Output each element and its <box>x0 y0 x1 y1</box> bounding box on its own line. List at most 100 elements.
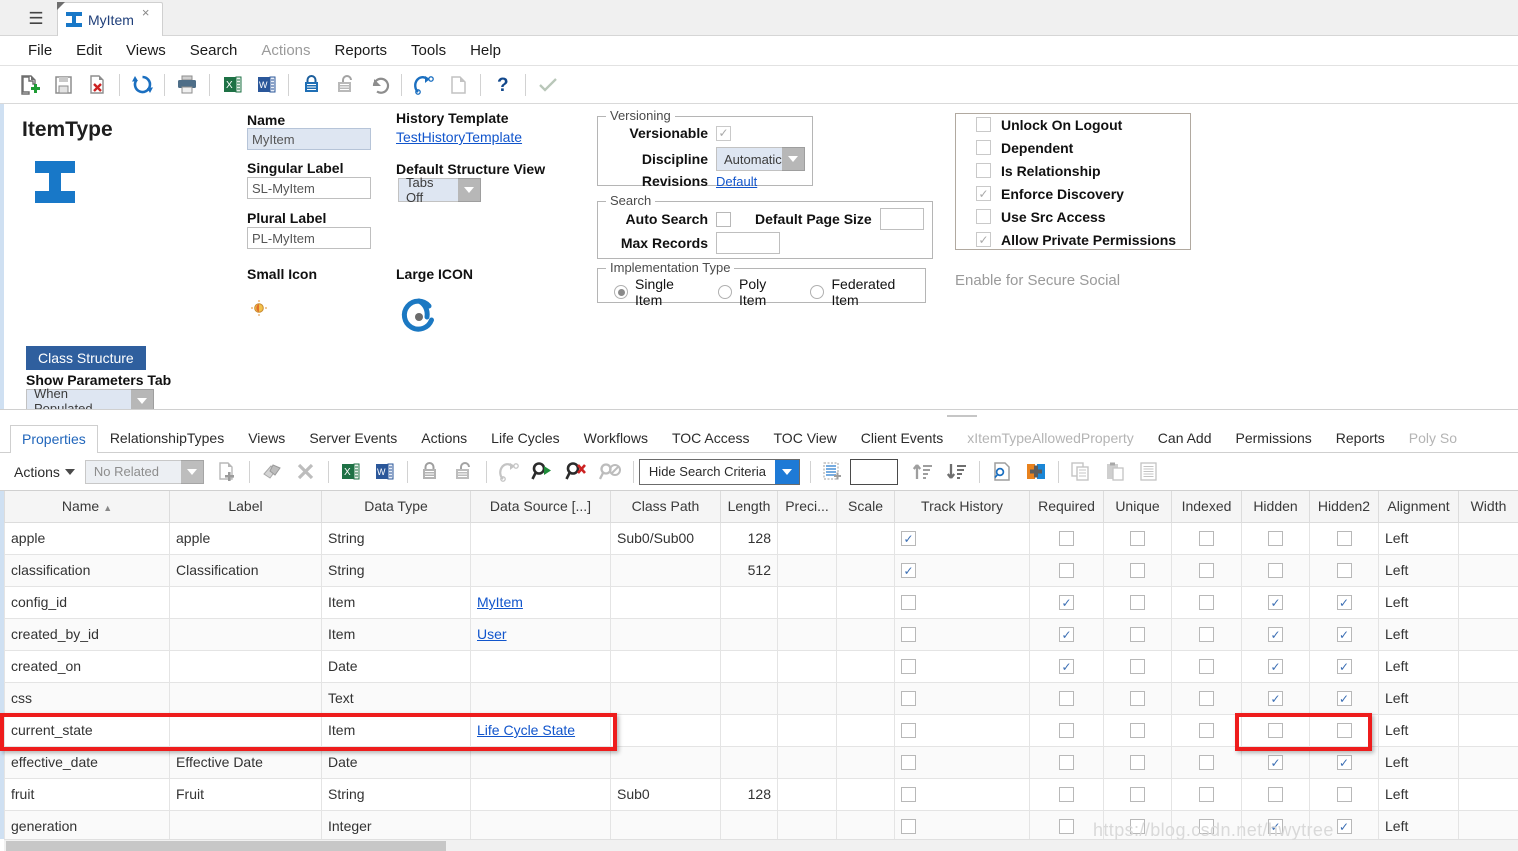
tab-toc-view[interactable]: TOC View <box>762 424 849 452</box>
checkbox-required[interactable] <box>1059 595 1074 611</box>
cell-unique[interactable] <box>1103 521 1172 555</box>
chevron-down-icon[interactable] <box>180 459 204 484</box>
menu-item-help[interactable]: Help <box>458 39 513 62</box>
cell-track-history[interactable] <box>894 649 1030 683</box>
unlock-icon[interactable] <box>447 457 481 487</box>
save-icon[interactable] <box>46 70 80 100</box>
checkbox-unique[interactable] <box>1130 563 1145 579</box>
cell-precision[interactable] <box>777 713 837 747</box>
cell-required[interactable] <box>1029 681 1104 715</box>
tab-views[interactable]: Views <box>236 424 297 452</box>
cell-indexed[interactable] <box>1171 617 1242 651</box>
table-row[interactable]: classification Classification String 512 Lef… <box>4 553 1518 587</box>
plural-label-input[interactable] <box>247 227 371 249</box>
cell-track-history[interactable] <box>894 777 1030 811</box>
find-icon[interactable] <box>985 457 1019 487</box>
undo-icon[interactable] <box>492 457 526 487</box>
checkbox-required[interactable] <box>1059 723 1074 739</box>
paste-icon[interactable] <box>1098 457 1132 487</box>
table-row[interactable]: generation Integer Left <box>4 809 1518 839</box>
column-header-name[interactable]: Name ▲ <box>4 491 170 523</box>
cell-scale[interactable] <box>836 777 895 811</box>
cell-width[interactable] <box>1458 809 1518 839</box>
cell-hidden[interactable] <box>1241 521 1310 555</box>
table-row[interactable]: css Text Left <box>4 681 1518 715</box>
flag-row-is-relationship[interactable]: Is Relationship <box>955 159 1191 182</box>
column-header-label[interactable]: Label <box>169 491 322 523</box>
cell-length[interactable] <box>720 681 778 715</box>
cell-scale[interactable] <box>836 521 895 555</box>
cell-class-path[interactable]: Sub0/Sub00 <box>610 521 721 555</box>
cell-alignment[interactable]: Left <box>1378 553 1459 587</box>
cell-class-path[interactable] <box>610 809 721 839</box>
checkbox-hidden[interactable] <box>1268 595 1283 611</box>
cell-hidden2[interactable] <box>1309 585 1379 619</box>
cell-width[interactable] <box>1458 617 1518 651</box>
checkbox-hidden[interactable] <box>1268 659 1283 675</box>
checkbox-hidden2[interactable] <box>1336 563 1352 579</box>
menu-item-edit[interactable]: Edit <box>64 39 114 62</box>
data-source-link[interactable]: User <box>477 626 507 642</box>
delete-icon[interactable] <box>80 70 114 100</box>
checkbox-hidden[interactable] <box>1268 531 1283 547</box>
lock-icon[interactable] <box>294 70 328 100</box>
cell-length[interactable]: 128 <box>720 521 778 555</box>
table-row[interactable]: fruit Fruit String Sub0 128 Left <box>4 777 1518 811</box>
cell-indexed[interactable] <box>1171 745 1242 779</box>
checkbox-hidden2[interactable] <box>1336 819 1352 835</box>
cell-required[interactable] <box>1029 745 1104 779</box>
cell-required[interactable] <box>1029 809 1104 839</box>
data-source-link[interactable]: MyItem <box>477 594 523 610</box>
cell-width[interactable] <box>1458 553 1518 587</box>
cell-track-history[interactable] <box>894 713 1030 747</box>
checkbox-hidden[interactable] <box>1268 691 1283 707</box>
checkbox-track-history[interactable] <box>901 755 916 771</box>
checkbox-required[interactable] <box>1059 659 1074 675</box>
hamburger-menu-icon[interactable]: ☰ <box>22 7 50 31</box>
cell-scale[interactable] <box>836 649 895 683</box>
cell-required[interactable] <box>1029 777 1104 811</box>
done-icon[interactable] <box>531 70 565 100</box>
cell-data-type[interactable]: Item <box>321 617 471 651</box>
cell-width[interactable] <box>1458 681 1518 715</box>
column-header-hidden2[interactable]: Hidden2 <box>1309 491 1379 523</box>
checkbox-allow-private-permissions[interactable] <box>976 232 991 247</box>
cell-indexed[interactable] <box>1171 553 1242 587</box>
tab-client-events[interactable]: Client Events <box>849 424 955 452</box>
checkbox-hidden2[interactable] <box>1336 531 1352 547</box>
cell-precision[interactable] <box>777 649 837 683</box>
cell-alignment[interactable]: Left <box>1378 617 1459 651</box>
cell-data-source[interactable] <box>470 521 611 555</box>
refresh-icon[interactable] <box>125 70 159 100</box>
cell-length[interactable] <box>720 713 778 747</box>
cell-label[interactable]: apple <box>169 521 322 555</box>
cell-length[interactable] <box>720 649 778 683</box>
cell-precision[interactable] <box>777 681 837 715</box>
column-header-alignment[interactable]: Alignment <box>1378 491 1459 523</box>
cell-data-source[interactable] <box>470 745 611 779</box>
cell-data-type[interactable]: Text <box>321 681 471 715</box>
checkbox-required[interactable] <box>1059 755 1074 771</box>
checkbox-unique[interactable] <box>1130 659 1145 675</box>
checkbox-track-history[interactable] <box>901 787 916 803</box>
cell-hidden2[interactable] <box>1309 745 1379 779</box>
tab-can-add[interactable]: Can Add <box>1146 424 1224 452</box>
cell-precision[interactable] <box>777 777 837 811</box>
checkbox-unique[interactable] <box>1130 723 1145 739</box>
cell-track-history[interactable] <box>894 809 1030 839</box>
cell-width[interactable] <box>1458 745 1518 779</box>
cell-hidden2[interactable] <box>1309 713 1379 747</box>
checkbox-track-history[interactable] <box>901 563 916 579</box>
cell-hidden[interactable] <box>1241 585 1310 619</box>
cell-name[interactable]: css <box>4 681 170 715</box>
chevron-down-icon[interactable] <box>774 459 799 484</box>
radio-single-item[interactable] <box>614 285 628 299</box>
cell-label[interactable] <box>169 617 322 651</box>
print-icon[interactable] <box>170 70 204 100</box>
cell-data-type[interactable]: String <box>321 777 471 811</box>
checkbox-track-history[interactable] <box>901 691 916 707</box>
singular-label-input[interactable] <box>247 177 371 199</box>
cell-class-path[interactable] <box>610 585 721 619</box>
tab-actions[interactable]: Actions <box>409 424 479 452</box>
column-header-data-source[interactable]: Data Source [...] <box>470 491 611 523</box>
